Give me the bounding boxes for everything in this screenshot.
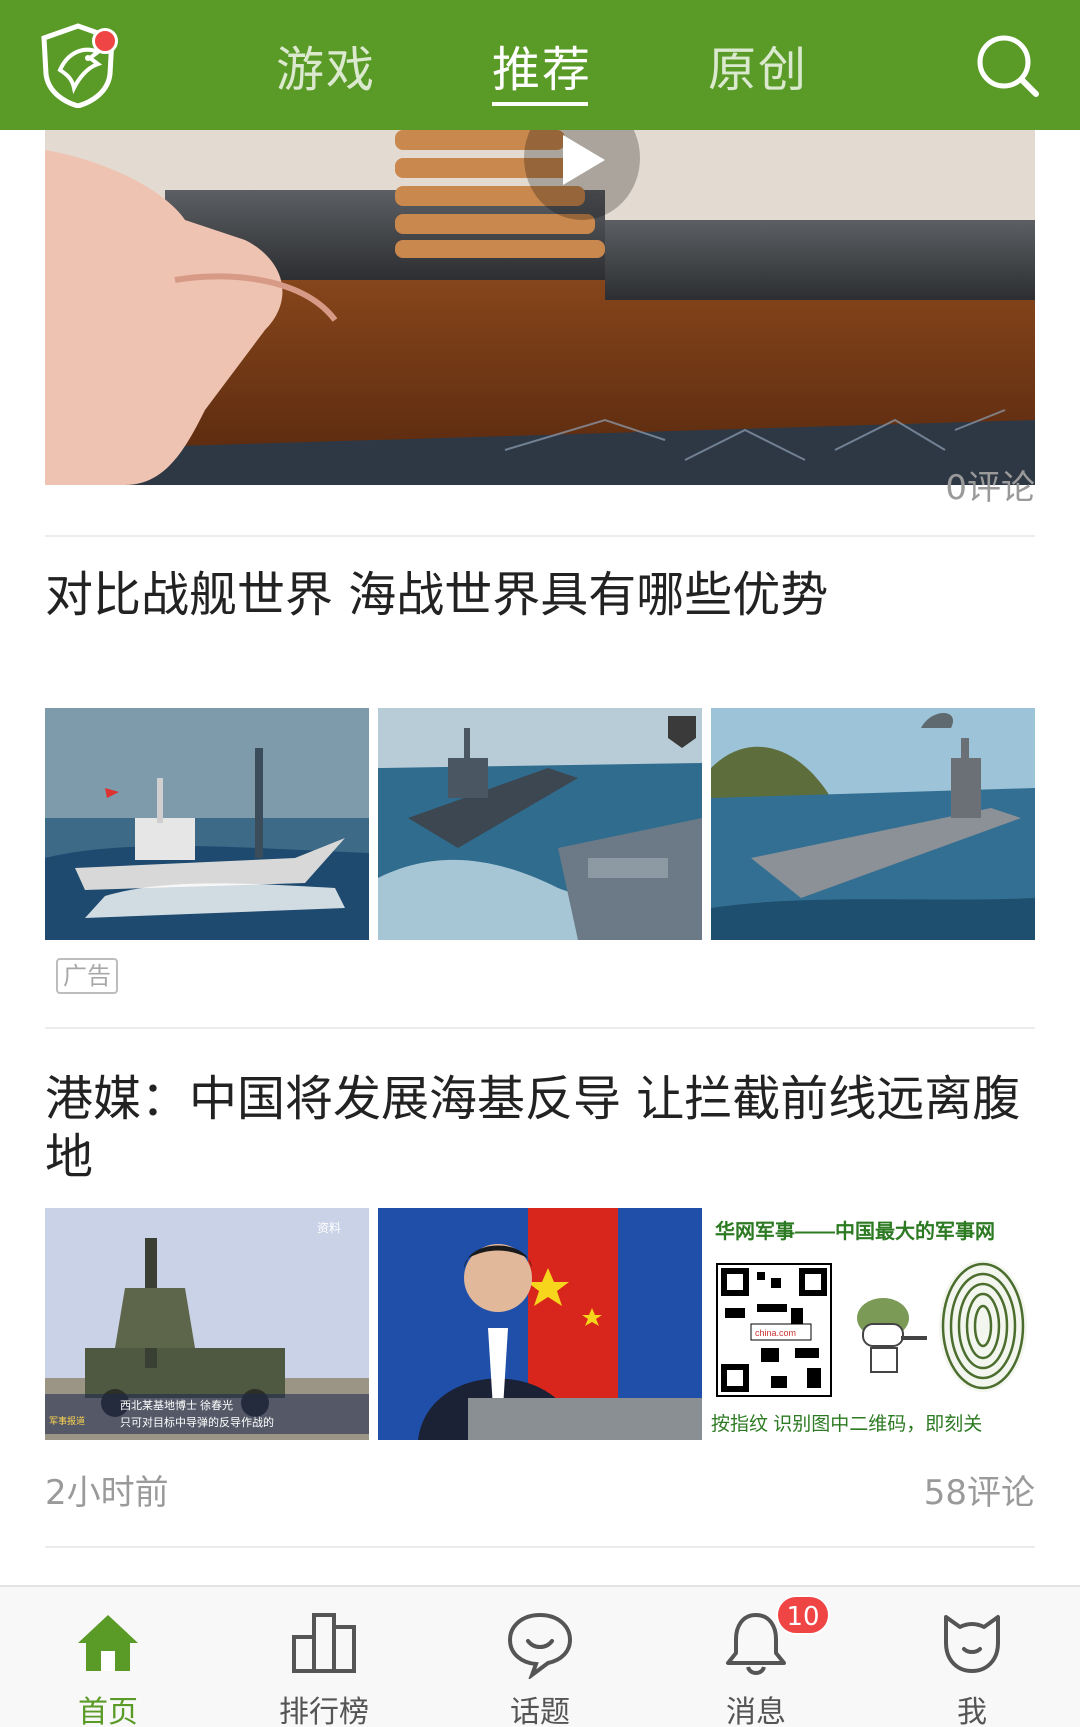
qr-banner-top: 华网军事——中国最大的军事网 <box>715 1219 995 1243</box>
tab-games[interactable]: 游戏 <box>276 30 376 100</box>
chat-bubble-icon <box>507 1612 573 1679</box>
comment-count: 58评论 <box>923 1473 1035 1513</box>
qr-caption: china.com <box>755 1328 796 1338</box>
nav-label: 话题 <box>510 1695 570 1727</box>
comment-count: 0评论 <box>945 468 1035 508</box>
article-thumbnail[interactable] <box>711 708 1035 940</box>
divider <box>45 1027 1035 1029</box>
video-thumbnail[interactable] <box>45 130 1035 485</box>
missile-launcher-image: 西北某基地博士 徐春光 只可对目标中导弹的反导作战的 军事报道 资料 <box>45 1208 369 1440</box>
article-thumbnail[interactable]: 西北某基地博士 徐春光 只可对目标中导弹的反导作战的 军事报道 资料 <box>45 1208 369 1440</box>
article-thumbnail[interactable] <box>378 1208 702 1440</box>
press-conference-image <box>378 1208 702 1440</box>
active-tab-indicator <box>492 102 588 106</box>
qr-code-icon: china.com <box>716 1263 832 1397</box>
search-icon[interactable] <box>972 30 1042 100</box>
warship-image-3 <box>711 708 1035 940</box>
video-caption-2: 只可对目标中导弹的反导作战的 <box>120 1415 274 1429</box>
post-time: 2小时前 <box>45 1473 169 1513</box>
tab-original[interactable]: 原创 <box>708 30 808 100</box>
warship-image-1 <box>45 708 369 940</box>
article-title[interactable]: 对比战舰世界 海战世界具有哪些优势 <box>45 566 1035 624</box>
qr-code-ad-image: 华网军事——中国最大的军事网 china.com 按指纹 识别图中二维码，即刻关 <box>711 1208 1035 1440</box>
nav-item-ranking[interactable]: 排行榜 <box>216 1587 432 1727</box>
article-title[interactable]: 港媒：中国将发展海基反导 让拦截前线远离腹地 <box>45 1070 1035 1186</box>
play-icon[interactable] <box>517 130 647 225</box>
article-thumbnail[interactable] <box>45 708 369 940</box>
bottom-navigation: 首页 排行榜 话题 10 消息 我 <box>0 1585 1080 1727</box>
notification-dot <box>92 28 118 54</box>
nav-label: 消息 <box>726 1695 786 1727</box>
warship-image-2 <box>378 708 702 940</box>
divider <box>45 535 1035 537</box>
article-thumbnail[interactable]: 华网军事——中国最大的军事网 china.com 按指纹 识别图中二维码，即刻关 <box>711 1208 1035 1440</box>
corner-label: 资料 <box>317 1221 341 1235</box>
divider <box>45 1546 1035 1548</box>
nav-item-messages[interactable]: 10 消息 <box>648 1587 864 1727</box>
ad-badge: 广告 <box>56 958 118 994</box>
article-thumbnail[interactable] <box>378 708 702 940</box>
nav-item-home[interactable]: 首页 <box>0 1587 216 1727</box>
news-feed[interactable]: 0评论 对比战舰世界 海战世界具有哪些优势 广告 港媒：中国将发展海基反导 让拦… <box>0 130 1080 1585</box>
unread-badge: 10 <box>776 1595 830 1635</box>
nav-label: 我 <box>957 1695 987 1727</box>
tab-recommended[interactable]: 推荐 <box>492 30 592 100</box>
qr-banner-bottom: 按指纹 识别图中二维码，即刻关 <box>711 1413 982 1435</box>
nav-item-topics[interactable]: 话题 <box>432 1587 648 1727</box>
home-icon <box>78 1615 138 1671</box>
video-caption-1: 西北某基地博士 徐春光 <box>120 1398 233 1412</box>
nav-label: 排行榜 <box>279 1695 369 1727</box>
top-app-bar: 游戏 推荐 原创 <box>0 0 1080 130</box>
ranking-icon <box>292 1613 356 1673</box>
cat-face-icon <box>944 1615 1000 1673</box>
channel-label: 军事报道 <box>49 1415 85 1426</box>
nav-item-me[interactable]: 我 <box>864 1587 1080 1727</box>
nav-label: 首页 <box>78 1695 138 1727</box>
